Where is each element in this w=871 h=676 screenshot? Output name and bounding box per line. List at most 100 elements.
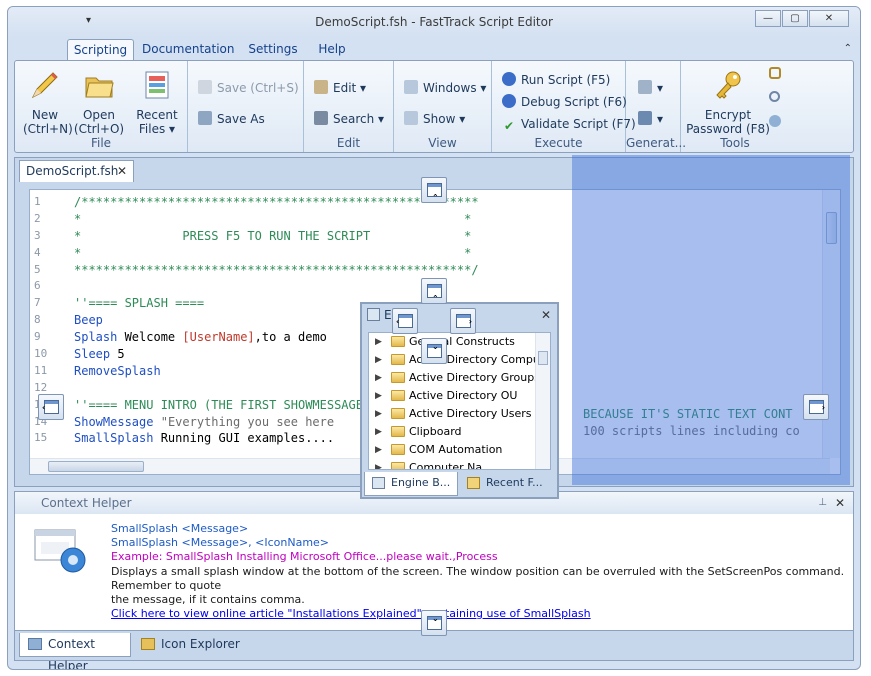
group-file: New (Ctrl+N) Open (Ctrl+O) Recent Files … (15, 61, 188, 152)
lock-icon[interactable] (769, 67, 781, 79)
group-view: Windows ▾ Show ▾ View (394, 61, 492, 152)
dock-guide-center-right[interactable]: › (450, 308, 476, 334)
folder-icon (391, 462, 405, 469)
encrypt-password-button[interactable]: Encrypt Password (F8) (685, 69, 771, 136)
save-button[interactable]: Save (Ctrl+S) (198, 79, 299, 97)
code-text: ''==== SPLASH ==== (74, 296, 205, 311)
title-bar: ▾ DemoScript.fsh - FastTrack Script Edit… (8, 7, 860, 37)
minimize-button[interactable]: — (755, 10, 781, 27)
code-text: SmallSplash Running GUI examples.... (74, 431, 335, 446)
tab-documentation[interactable]: Documentation (142, 39, 235, 61)
expand-arrow-icon[interactable]: ▶ (375, 387, 382, 405)
tree-scrollbar[interactable] (535, 333, 550, 469)
tree-node[interactable]: ▶ Computer Na... (369, 459, 550, 469)
generate-button-2[interactable]: ▾ (638, 110, 663, 128)
encrypt-label-2: Password (F8) (686, 122, 770, 136)
open-label: Open (82, 108, 116, 122)
tab-context-helper[interactable]: Context Helper (19, 633, 131, 669)
tab-icon-explorer[interactable]: Icon Explorer (133, 633, 243, 657)
line-number: 6 (34, 279, 41, 293)
validate-script-button[interactable]: ✔ Validate Script (F7) (502, 115, 636, 133)
tree-node[interactable]: ▶ General Constructs (369, 333, 550, 351)
expand-arrow-icon[interactable]: ▶ (375, 441, 382, 459)
search-menu-button[interactable]: Search ▾ (314, 110, 384, 128)
collapse-ribbon-icon[interactable]: ⌃ (844, 43, 852, 54)
tree-node[interactable]: ▶ Active Directory Compu... (369, 351, 550, 369)
tree-node-label: Active Directory Groups (409, 371, 540, 384)
tab-recent-files[interactable]: Recent F... (460, 472, 554, 496)
pin-icon[interactable]: ⊥ (818, 492, 827, 514)
horizontal-scroll-thumb[interactable] (48, 461, 144, 472)
dock-guide-center-bottom[interactable]: ⌄ (421, 338, 447, 364)
show-menu-button[interactable]: Show ▾ (404, 110, 465, 128)
document-tab-close-icon[interactable]: ✕ (117, 161, 127, 181)
tab-engine-browser[interactable]: Engine B... (364, 472, 458, 496)
windows-icon (404, 80, 418, 94)
description-line-2: the message, if it contains comma. (111, 593, 305, 607)
generate-icon (638, 80, 652, 94)
context-helper-tab-icon (28, 638, 42, 650)
line-number: 9 (34, 330, 41, 344)
tree-scroll-thumb[interactable] (538, 351, 548, 365)
dock-preview-overlay (572, 155, 850, 485)
open-button[interactable]: Open (Ctrl+O) (73, 69, 125, 136)
expand-arrow-icon[interactable]: ▶ (375, 369, 382, 387)
expand-arrow-icon[interactable]: ▶ (375, 423, 382, 441)
tree-node-label: Clipboard (409, 425, 462, 438)
folder-icon (391, 336, 405, 347)
floating-panel-close-icon[interactable]: ✕ (541, 304, 551, 326)
syntax-line-2: SmallSplash <Message>, <IconName> (111, 536, 330, 550)
tree-node[interactable]: ▶ COM Automation (369, 441, 550, 459)
new-button[interactable]: New (Ctrl+N) (23, 69, 73, 136)
tools-settings-icon[interactable] (769, 115, 781, 127)
magnifier-icon[interactable] (769, 91, 780, 102)
recent-files-icon (145, 71, 169, 99)
tab-settings[interactable]: Settings (244, 39, 302, 61)
dock-guide-left[interactable]: ‹ (38, 394, 64, 420)
expand-arrow-icon[interactable]: ▶ (375, 351, 382, 369)
ribbon-tabs: Scripting Documentation Settings Help ⌃ (8, 39, 860, 62)
expand-arrow-icon[interactable]: ▶ (375, 459, 382, 469)
tools-icon (367, 308, 380, 321)
window-title: DemoScript.fsh - FastTrack Script Editor (315, 15, 553, 29)
tree-node[interactable]: ▶ Active Directory Groups (369, 369, 550, 387)
expand-arrow-icon[interactable]: ▶ (375, 333, 382, 351)
engine-browser-tab-icon (372, 477, 385, 489)
run-icon (502, 72, 516, 86)
close-button[interactable]: ✕ (809, 10, 849, 27)
edit-menu-button[interactable]: Edit ▾ (314, 79, 366, 97)
context-helper-body: SmallSplash <Message> SmallSplash <Messa… (111, 522, 853, 621)
line-number: 10 (34, 347, 48, 361)
group-generate-label: Generat... (626, 136, 687, 150)
run-script-button[interactable]: Run Script (F5) (502, 71, 610, 89)
dock-guide-right[interactable]: › (803, 394, 829, 420)
new-shortcut: (Ctrl+N) (23, 122, 73, 136)
generate-button-1[interactable]: ▾ (638, 79, 663, 97)
code-text: RemoveSplash (74, 363, 161, 378)
code-text: * * (74, 245, 472, 260)
dock-guide-bottom[interactable]: ⌄ (421, 610, 447, 636)
tree-node[interactable]: ▶ Active Directory OU (369, 387, 550, 405)
context-helper-close-icon[interactable]: ✕ (835, 492, 845, 514)
maximize-button[interactable]: ▢ (782, 10, 808, 27)
tree-node[interactable]: ▶ Active Directory Users (369, 405, 550, 423)
expand-arrow-icon[interactable]: ▶ (375, 405, 382, 423)
tree-node[interactable]: ▶ Clipboard (369, 423, 550, 441)
debug-script-button[interactable]: Debug Script (F6) (502, 93, 627, 111)
debug-icon (502, 94, 516, 108)
dock-guide-center-top[interactable]: ⌃ (421, 278, 447, 304)
dock-guide-center-left[interactable]: ‹ (392, 308, 418, 334)
document-tab[interactable]: DemoScript.fsh ✕ (19, 160, 134, 182)
group-view-label: View (428, 136, 457, 150)
line-number: 1 (34, 195, 41, 208)
dock-guide-top[interactable]: ⌃ (421, 177, 447, 203)
tab-scripting[interactable]: Scripting (67, 39, 134, 62)
engine-browser-tree[interactable]: ▶ General Constructs ▶ Active Directory Com… (368, 332, 551, 470)
online-article-link[interactable]: Click here to view online article "Insta… (111, 607, 853, 621)
code-text: Beep (74, 313, 103, 328)
tab-help[interactable]: Help (312, 39, 352, 61)
save-as-button[interactable]: Save As (198, 110, 265, 128)
windows-menu-button[interactable]: Windows ▾ (404, 79, 486, 97)
group-edit-label: Edit (336, 136, 361, 150)
recent-files-button[interactable]: Recent Files ▾ (135, 69, 179, 136)
